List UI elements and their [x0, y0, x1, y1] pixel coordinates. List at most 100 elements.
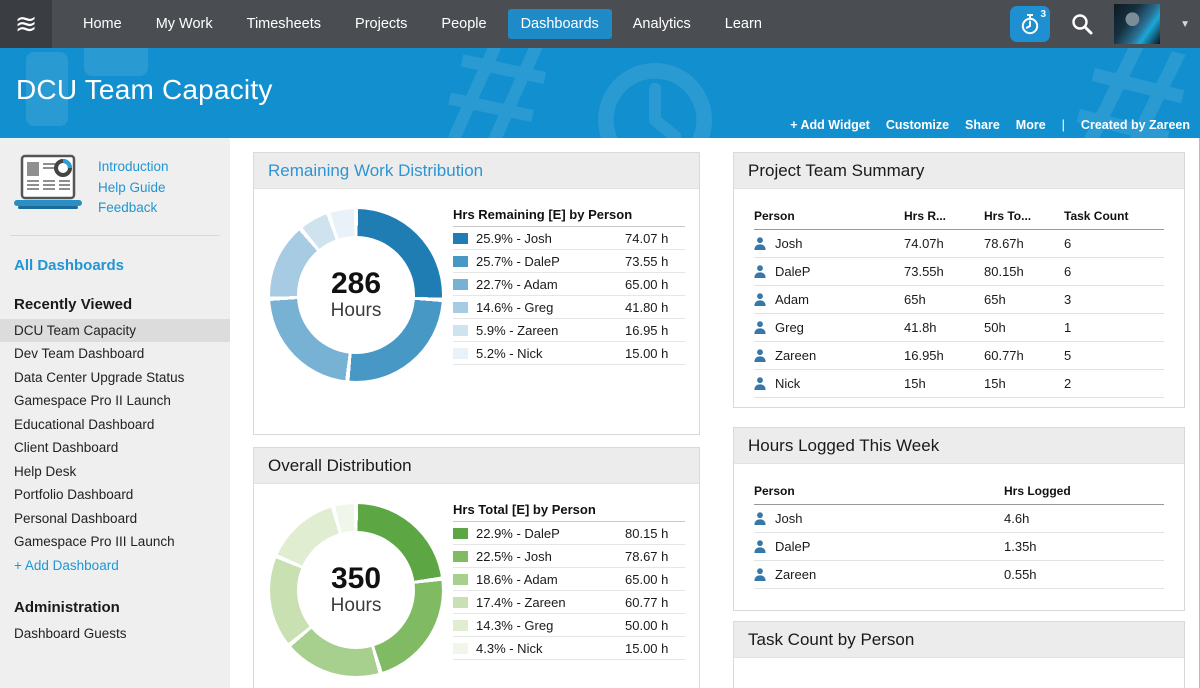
person-icon: [754, 349, 766, 362]
banner-actions: + Add WidgetCustomizeShareMore|Created b…: [790, 118, 1190, 132]
person-icon: [754, 293, 766, 306]
person-icon: [754, 237, 766, 250]
app-logo-icon[interactable]: ≋: [0, 0, 52, 48]
person-name: Zareen: [754, 567, 1004, 582]
created-by-label: Created by Zareen: [1081, 118, 1190, 132]
person-icon: [754, 512, 766, 525]
person-icon: [754, 377, 766, 390]
banner-action-add-widget[interactable]: + Add Widget: [790, 118, 870, 132]
table-row-josh: Josh4.6h: [754, 505, 1164, 533]
nav-item-home[interactable]: Home: [70, 9, 135, 39]
sidebar-item-personal-dashboard[interactable]: Personal Dashboard: [0, 507, 230, 531]
donut-total-hours: 350: [331, 563, 381, 595]
hrs-remaining: 15h: [904, 370, 984, 398]
help-links: IntroductionHelp GuideFeedback: [98, 154, 169, 219]
recently-viewed-list: DCU Team CapacityDev Team DashboardData …: [0, 319, 230, 554]
table-row-zareen: Zareen0.55h: [754, 561, 1164, 589]
panel-title-task-count: Task Count by Person: [734, 622, 1184, 658]
help-link-introduction[interactable]: Introduction: [98, 157, 169, 178]
column-header-person[interactable]: Person: [754, 201, 904, 230]
help-link-feedback[interactable]: Feedback: [98, 198, 169, 219]
sidebar-item-add-dashboard[interactable]: + Add Dashboard: [0, 554, 230, 578]
task-count: 3: [1064, 286, 1164, 314]
help-link-help-guide[interactable]: Help Guide: [98, 178, 169, 199]
hrs-remaining: 41.8h: [904, 314, 984, 342]
legend-row-josh: 22.5% - Josh78.67 h: [453, 545, 685, 568]
column-header-hrs-r[interactable]: Hrs R...: [904, 201, 984, 230]
donut-total-hours: 286: [331, 268, 381, 300]
column-header-task-count[interactable]: Task Count: [1064, 201, 1164, 230]
legend-swatch-icon: [453, 528, 468, 539]
panel-project-team-summary: Project Team Summary PersonHrs R...Hrs T…: [733, 152, 1185, 408]
remaining-legend: Hrs Remaining [E] by Person 25.9% - Josh…: [453, 205, 685, 381]
legend-row-nick: 4.3% - Nick15.00 h: [453, 637, 685, 660]
hrs-remaining: 73.55h: [904, 258, 984, 286]
column-header-hrs-logged[interactable]: Hrs Logged: [1004, 476, 1164, 505]
hrs-total: 15h: [984, 370, 1064, 398]
legend-row-adam: 18.6% - Adam65.00 h: [453, 568, 685, 591]
notification-badge: 3: [1041, 9, 1047, 20]
legend-row-zareen: 5.9% - Zareen16.95 h: [453, 319, 685, 342]
stopwatch-icon: [1019, 13, 1041, 35]
banner-action-more[interactable]: More: [1016, 118, 1046, 132]
sidebar-item-help-desk[interactable]: Help Desk: [0, 460, 230, 484]
panel-title-remaining-work[interactable]: Remaining Work Distribution: [254, 153, 699, 189]
nav-item-timesheets[interactable]: Timesheets: [234, 9, 334, 39]
dashboard-banner: # # DCU Team Capacity + Add WidgetCustom…: [0, 48, 1200, 138]
sidebar-item-data-center-upgrade-status[interactable]: Data Center Upgrade Status: [0, 366, 230, 390]
sidebar-item-portfolio-dashboard[interactable]: Portfolio Dashboard: [0, 483, 230, 507]
person-name: Josh: [754, 511, 1004, 526]
legend-row-dalep: 22.9% - DaleP80.15 h: [453, 522, 685, 545]
sidebar-item-dev-team-dashboard[interactable]: Dev Team Dashboard: [0, 342, 230, 366]
legend-row-nick: 5.2% - Nick15.00 h: [453, 342, 685, 365]
column-header-person[interactable]: Person: [754, 476, 1004, 505]
content-area: IntroductionHelp GuideFeedback All Dashb…: [0, 138, 1200, 688]
sidebar: IntroductionHelp GuideFeedback All Dashb…: [0, 138, 230, 688]
column-header-hrs-to[interactable]: Hrs To...: [984, 201, 1064, 230]
sidebar-item-educational-dashboard[interactable]: Educational Dashboard: [0, 413, 230, 437]
sidebar-item-client-dashboard[interactable]: Client Dashboard: [0, 436, 230, 460]
task-count: 6: [1064, 230, 1164, 258]
legend-title: Hrs Total [E] by Person: [453, 502, 685, 522]
table-row-zareen: Zareen16.95h60.77h5: [754, 342, 1164, 370]
table-row-nick: Nick15h15h2: [754, 370, 1164, 398]
search-icon[interactable]: [1070, 12, 1094, 36]
table-row-greg: Greg41.8h50h1: [754, 314, 1164, 342]
legend-row-adam: 22.7% - Adam65.00 h: [453, 273, 685, 296]
nav-item-projects[interactable]: Projects: [342, 9, 420, 39]
nav-item-dashboards[interactable]: Dashboards: [508, 9, 612, 39]
table-row-adam: Adam65h65h3: [754, 286, 1164, 314]
panel-overall-distribution: Overall Distribution 350 Hours Hrs Total…: [253, 447, 700, 688]
person-name: Greg: [754, 320, 904, 335]
banner-action-share[interactable]: Share: [965, 118, 1000, 132]
user-avatar[interactable]: [1114, 4, 1160, 44]
person-name: Nick: [754, 376, 904, 391]
account-menu-caret-icon[interactable]: ▼: [1180, 19, 1190, 30]
sidebar-item-dashboard-guests[interactable]: Dashboard Guests: [0, 622, 230, 646]
nav-items: Home My Work Timesheets Projects People Dashb…: [66, 9, 779, 39]
person-icon: [754, 321, 766, 334]
hrs-total: 60.77h: [984, 342, 1064, 370]
recently-viewed-heading: Recently Viewed: [0, 274, 230, 319]
sidebar-item-gamespace-pro-iii-launch[interactable]: Gamespace Pro III Launch: [0, 530, 230, 554]
nav-item-learn[interactable]: Learn: [712, 9, 775, 39]
nav-item-my-work[interactable]: My Work: [143, 9, 226, 39]
hrs-remaining: 16.95h: [904, 342, 984, 370]
sidebar-item-gamespace-pro-ii-launch[interactable]: Gamespace Pro II Launch: [0, 389, 230, 413]
person-name: Josh: [754, 236, 904, 251]
banner-action-customize[interactable]: Customize: [886, 118, 949, 132]
legend-swatch-icon: [453, 233, 468, 244]
nav-right-controls: 3 ▼: [1010, 4, 1200, 44]
timer-icon[interactable]: 3: [1010, 6, 1050, 42]
overall-donut-chart: 350 Hours: [270, 504, 442, 676]
sidebar-item-dcu-team-capacity[interactable]: DCU Team Capacity: [0, 319, 230, 343]
person-icon: [754, 568, 766, 581]
hrs-remaining: 74.07h: [904, 230, 984, 258]
person-icon: [754, 265, 766, 278]
hrs-logged: 1.35h: [1004, 533, 1164, 561]
panel-title-overall-distribution: Overall Distribution: [254, 448, 699, 484]
nav-item-analytics[interactable]: Analytics: [620, 9, 704, 39]
sidebar-item-all-dashboards[interactable]: All Dashboards: [0, 236, 230, 274]
nav-item-people[interactable]: People: [428, 9, 499, 39]
panel-title-project-team-summary: Project Team Summary: [734, 153, 1184, 189]
